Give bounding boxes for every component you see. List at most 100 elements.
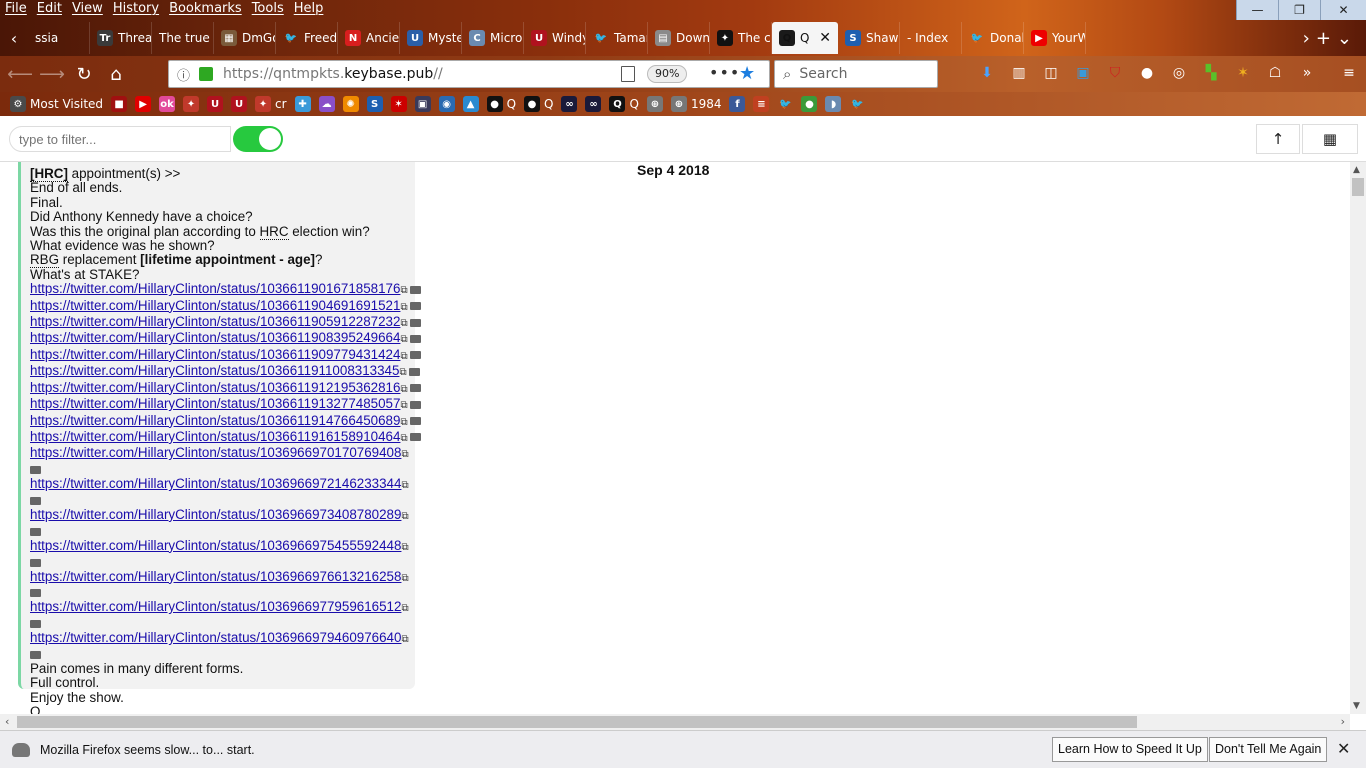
close-window-button[interactable]: ✕ xyxy=(1320,0,1366,20)
filter-input[interactable] xyxy=(9,126,231,152)
archive-folder-icon[interactable] xyxy=(409,302,421,311)
bookmark-item[interactable]: ⊕ xyxy=(646,96,663,112)
external-link-icon[interactable]: ⧉ xyxy=(401,573,408,584)
address-bar[interactable]: ⓘ https://qntmpkts.keybase.pub// 90% •••… xyxy=(168,60,770,88)
external-link-icon[interactable]: ⧉ xyxy=(400,417,407,428)
archive-folder-icon[interactable] xyxy=(30,589,41,598)
filter-toggle[interactable] xyxy=(233,126,283,152)
bookmark-item[interactable]: 🐦 xyxy=(777,96,793,112)
extension-star-icon[interactable]: ✶ xyxy=(1232,62,1254,84)
horizontal-scrollbar[interactable]: ‹ › xyxy=(0,714,1350,730)
archive-folder-icon[interactable] xyxy=(409,416,421,425)
scroll-top-button[interactable]: ↑ xyxy=(1256,124,1300,154)
archive-folder-icon[interactable] xyxy=(30,466,41,475)
learn-speed-up-button[interactable]: Learn How to Speed It Up xyxy=(1052,737,1208,762)
external-link-icon[interactable]: ⧉ xyxy=(400,334,407,345)
extension-ghost-icon[interactable]: ☖ xyxy=(1264,62,1286,84)
bookmark-item[interactable]: ◉ xyxy=(438,96,455,112)
extension-badge-icon[interactable]: ▣ xyxy=(1072,62,1094,84)
site-info-icon[interactable]: ⓘ xyxy=(177,65,195,84)
bookmark-item[interactable]: ▣ xyxy=(414,96,431,112)
url-text[interactable]: https://qntmpkts.keybase.pub// xyxy=(223,66,443,82)
bookmark-item[interactable]: ▲ xyxy=(462,96,479,112)
close-notification-icon[interactable]: ✕ xyxy=(1337,739,1350,759)
dont-tell-again-button[interactable]: Don't Tell Me Again xyxy=(1209,737,1328,762)
tab-scroll-right-icon[interactable]: › xyxy=(1303,28,1310,49)
archive-folder-icon[interactable] xyxy=(30,620,41,629)
tab-11[interactable]: ✦ The co xyxy=(710,22,772,54)
archive-folder-icon[interactable] xyxy=(408,367,420,376)
external-link-icon[interactable]: ⧉ xyxy=(400,400,407,411)
horizontal-scroll-thumb[interactable] xyxy=(17,716,1137,728)
tweet-link[interactable]: https://twitter.com/HillaryClinton/statu… xyxy=(30,429,400,444)
vertical-scrollbar[interactable]: ▲ ▼ xyxy=(1350,162,1366,714)
tweet-link[interactable]: https://twitter.com/HillaryClinton/statu… xyxy=(30,298,400,313)
tab-0[interactable]: ssia xyxy=(28,22,90,54)
external-link-icon[interactable]: ⧉ xyxy=(400,384,407,395)
tweet-link[interactable]: https://twitter.com/HillaryClinton/statu… xyxy=(30,599,401,614)
tweet-link[interactable]: https://twitter.com/HillaryClinton/statu… xyxy=(30,363,399,378)
menu-file[interactable]: File xyxy=(0,0,32,20)
close-tab-icon[interactable]: ✕ xyxy=(819,30,831,46)
archive-folder-icon[interactable] xyxy=(409,433,421,442)
archive-folder-icon[interactable] xyxy=(30,558,41,567)
tab-13[interactable]: S Shaw xyxy=(838,22,900,54)
bookmark-item[interactable]: 🐦 xyxy=(849,96,865,112)
bookmark-item[interactable]: ▶ xyxy=(135,96,152,112)
tab-15[interactable]: 🐦 Donal xyxy=(962,22,1024,54)
bookmark-item[interactable]: ✶ xyxy=(390,96,407,112)
tab-2[interactable]: The true st xyxy=(152,22,214,54)
tab-14[interactable]: - Index xyxy=(900,22,962,54)
bookmark-item[interactable]: ● xyxy=(801,96,818,112)
minimize-button[interactable]: — xyxy=(1236,0,1278,20)
tab-7[interactable]: C Micro xyxy=(462,22,524,54)
external-link-icon[interactable]: ⧉ xyxy=(400,285,407,296)
library-icon[interactable]: ▥ xyxy=(1008,62,1030,84)
hamburger-menu-icon[interactable]: ≡ xyxy=(1338,62,1360,84)
tab-8[interactable]: U Windy xyxy=(524,22,586,54)
bookmark-item[interactable]: S xyxy=(366,96,383,112)
extension-circles-icon[interactable]: ● xyxy=(1136,62,1158,84)
tab-scroll-left-icon[interactable]: ‹ xyxy=(0,29,28,48)
external-link-icon[interactable]: ⧉ xyxy=(399,367,406,378)
tweet-link[interactable]: https://twitter.com/HillaryClinton/statu… xyxy=(30,380,400,395)
tweet-link[interactable]: https://twitter.com/HillaryClinton/statu… xyxy=(30,330,400,345)
bookmark-item[interactable]: ✺ xyxy=(342,96,359,112)
tweet-link[interactable]: https://twitter.com/HillaryClinton/statu… xyxy=(30,476,401,491)
bookmark-item[interactable]: U xyxy=(231,96,248,112)
tweet-link[interactable]: https://twitter.com/HillaryClinton/statu… xyxy=(30,538,401,553)
tweet-link[interactable]: https://twitter.com/HillaryClinton/statu… xyxy=(30,413,400,428)
bookmark-item[interactable]: ◗ xyxy=(825,96,842,112)
bookmark-item[interactable]: ≡ xyxy=(753,96,770,112)
overflow-chevron-icon[interactable]: » xyxy=(1296,62,1318,84)
bookmark-item[interactable]: ok xyxy=(159,96,176,112)
downloads-icon[interactable]: ⬇ xyxy=(976,62,998,84)
tweet-link[interactable]: https://twitter.com/HillaryClinton/statu… xyxy=(30,630,401,645)
reload-button[interactable]: ↻ xyxy=(68,59,100,89)
bookmark-item[interactable]: ● Q xyxy=(524,96,553,112)
tweet-link[interactable]: https://twitter.com/HillaryClinton/statu… xyxy=(30,281,400,296)
zoom-level-badge[interactable]: 90% xyxy=(647,65,688,83)
bookmark-item[interactable]: U xyxy=(207,96,224,112)
external-link-icon[interactable]: ⧉ xyxy=(401,634,408,645)
archive-folder-icon[interactable] xyxy=(409,285,421,294)
back-button[interactable]: ⟵ xyxy=(4,59,36,89)
external-link-icon[interactable]: ⧉ xyxy=(400,351,407,362)
scroll-left-icon[interactable]: ‹ xyxy=(5,715,9,728)
tab-6[interactable]: U Myste xyxy=(400,22,462,54)
maximize-button[interactable]: ❐ xyxy=(1278,0,1320,20)
tweet-link[interactable]: https://twitter.com/HillaryClinton/statu… xyxy=(30,347,400,362)
page-actions-icon[interactable]: ••• xyxy=(709,63,740,82)
external-link-icon[interactable]: ⧉ xyxy=(401,480,408,491)
extension-globe-icon[interactable]: ◎ xyxy=(1168,62,1190,84)
external-link-icon[interactable]: ⧉ xyxy=(400,433,407,444)
tweet-link[interactable]: https://twitter.com/HillaryClinton/statu… xyxy=(30,445,401,460)
tweet-link[interactable]: https://twitter.com/HillaryClinton/statu… xyxy=(30,314,400,329)
external-link-icon[interactable]: ⧉ xyxy=(401,511,408,522)
menu-bookmarks[interactable]: Bookmarks xyxy=(164,0,247,20)
forward-button[interactable]: ⟶ xyxy=(36,59,68,89)
external-link-icon[interactable]: ⧉ xyxy=(401,542,408,553)
external-link-icon[interactable]: ⧉ xyxy=(400,318,407,329)
archive-folder-icon[interactable] xyxy=(409,351,421,360)
archive-folder-icon[interactable] xyxy=(30,650,41,659)
